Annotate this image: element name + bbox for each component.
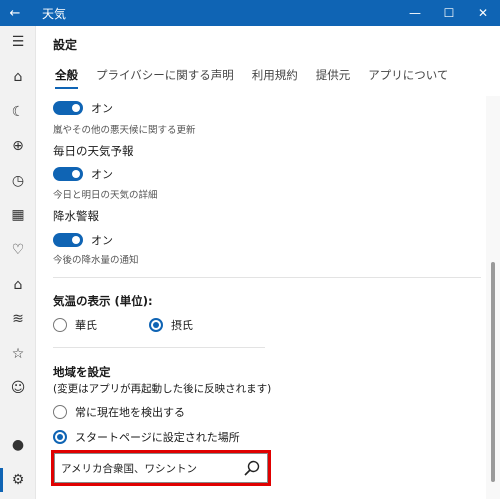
tab-about[interactable]: アプリについて <box>368 67 448 89</box>
scrollbar[interactable] <box>486 96 500 499</box>
window-title: 天気 <box>42 6 67 21</box>
fahrenheit-option[interactable]: 華氏 <box>53 317 97 333</box>
region-label: 地域を設定 <box>53 365 111 379</box>
heart-icon[interactable]: ♡ <box>0 238 36 262</box>
toggle-state: オン <box>91 234 113 247</box>
close-button[interactable]: ✕ <box>466 0 500 26</box>
daily-forecast-description: 今日と明日の天気の詳細 <box>53 190 158 201</box>
smiley-icon[interactable]: ☺ <box>0 376 36 400</box>
highlight-box <box>51 450 271 486</box>
toggle-state: オン <box>91 168 113 181</box>
scrollbar-thumb[interactable] <box>491 262 495 482</box>
severe-weather-toggle[interactable] <box>53 101 83 115</box>
forecast-icon[interactable]: ☾ <box>0 100 36 124</box>
divider <box>53 277 481 278</box>
settings-content: オン 嵐やその他の悪天候に関する更新 毎日の天気予報 オン 今日と明日の天気の詳… <box>37 96 486 499</box>
tab-bar: 全般 プライバシーに関する声明 利用規約 提供元 アプリについて <box>55 67 448 89</box>
precip-alert-toggle[interactable] <box>53 233 83 247</box>
title-bar: ← 天気 — ☐ ✕ <box>0 0 500 26</box>
settings-icon[interactable]: ⚙ <box>0 468 36 492</box>
tab-general[interactable]: 全般 <box>55 67 78 89</box>
nav-rail: ☰ ⌂ ☾ ⊕ ◷ ▦ ♡ ⌂ ≋ ☆ ☺ ● ⚙ <box>0 26 36 499</box>
map-icon[interactable]: ⌂ <box>0 273 36 297</box>
daily-forecast-row: オン <box>53 166 113 182</box>
tab-privacy[interactable]: プライバシーに関する声明 <box>96 67 234 89</box>
celsius-label: 摂氏 <box>171 319 193 332</box>
toggle-state: オン <box>91 102 113 115</box>
menu-icon[interactable]: ☰ <box>0 30 36 54</box>
tab-credits[interactable]: 提供元 <box>316 67 351 89</box>
calendar-icon[interactable]: ▦ <box>0 203 36 227</box>
severe-weather-description: 嵐やその他の悪天候に関する更新 <box>53 125 196 136</box>
divider <box>53 347 265 348</box>
maximize-button[interactable]: ☐ <box>432 0 466 26</box>
clock-icon[interactable]: ◷ <box>0 169 36 193</box>
detect-location-radio[interactable] <box>53 405 67 419</box>
start-page-location-label: スタートページに設定された場所 <box>75 431 240 444</box>
page-title: 設定 <box>53 38 78 52</box>
page-header: 設定 全般 プライバシーに関する声明 利用規約 提供元 アプリについて <box>37 26 500 96</box>
daily-forecast-label: 毎日の天気予報 <box>53 144 134 158</box>
start-page-location-option[interactable]: スタートページに設定された場所 <box>53 429 240 445</box>
precip-alert-row: オン <box>53 232 113 248</box>
globe-icon[interactable]: ⊕ <box>0 134 36 158</box>
tab-terms[interactable]: 利用規約 <box>252 67 298 89</box>
celsius-option[interactable]: 摂氏 <box>149 317 193 333</box>
fahrenheit-radio[interactable] <box>53 318 67 332</box>
region-note: (変更はアプリが再起動した後に反映されます) <box>53 383 272 395</box>
start-page-location-radio[interactable] <box>53 430 67 444</box>
back-button[interactable]: ← <box>0 0 30 26</box>
detect-location-option[interactable]: 常に現在地を検出する <box>53 404 185 420</box>
daily-forecast-toggle[interactable] <box>53 167 83 181</box>
celsius-radio[interactable] <box>149 318 163 332</box>
star-list-icon[interactable]: ☆ <box>0 342 36 366</box>
home-icon[interactable]: ⌂ <box>0 65 36 89</box>
account-icon[interactable]: ● <box>0 433 36 457</box>
detect-location-label: 常に現在地を検出する <box>75 406 185 419</box>
fahrenheit-label: 華氏 <box>75 319 97 332</box>
precip-alert-description: 今後の降水量の通知 <box>53 255 139 266</box>
chart-icon[interactable]: ≋ <box>0 307 36 331</box>
precip-alert-label: 降水警報 <box>53 209 99 223</box>
temperature-label: 気温の表示 (単位): <box>53 294 153 308</box>
severe-weather-row: オン <box>53 100 113 116</box>
minimize-button[interactable]: — <box>398 0 432 26</box>
